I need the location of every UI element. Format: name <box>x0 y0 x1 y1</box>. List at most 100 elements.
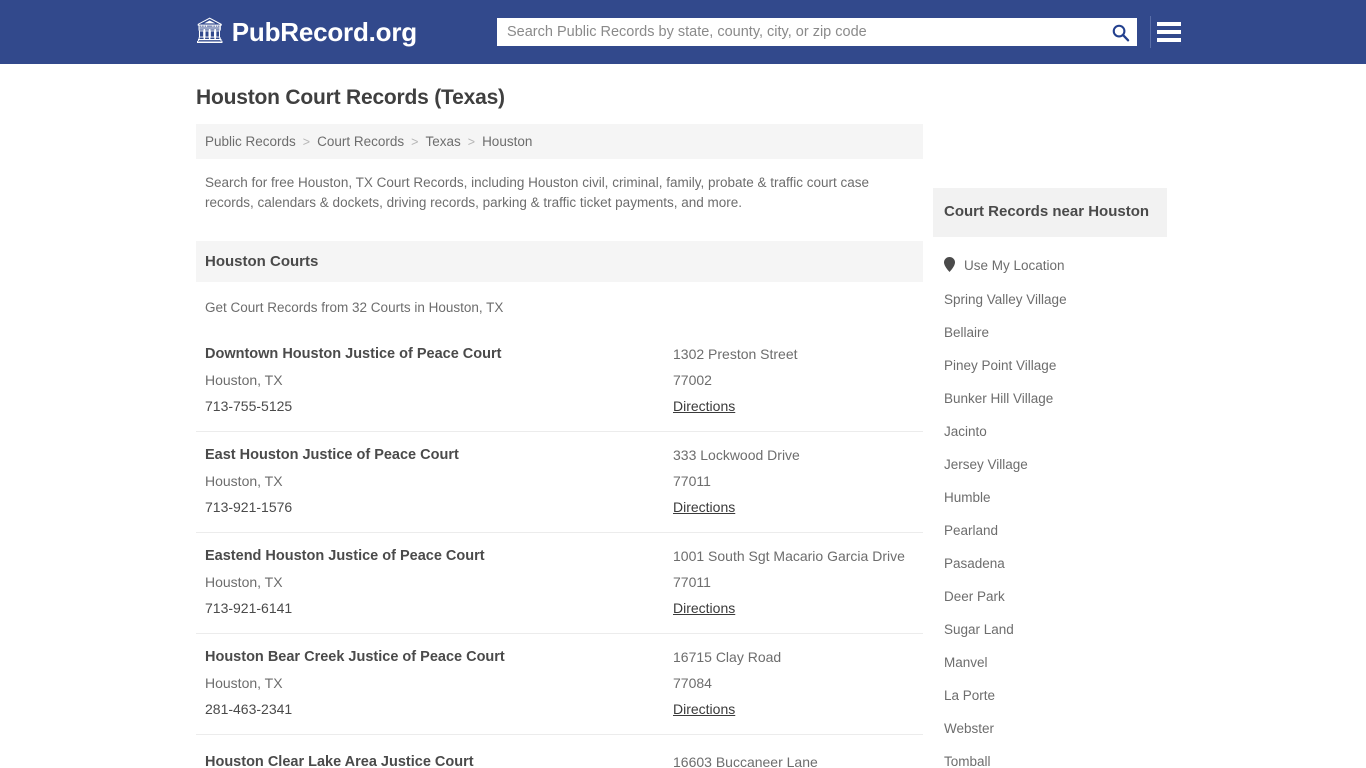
sidebar-item-label: Manvel <box>944 655 988 670</box>
search-icon <box>1112 24 1129 41</box>
court-street: 16715 Clay Road <box>673 649 782 665</box>
bank-building-icon: 🏛 <box>194 16 226 45</box>
sidebar-list-item: Sugar Land <box>933 613 1167 646</box>
breadcrumb-separator: > <box>467 134 476 149</box>
court-phone: 713-921-6141 <box>205 600 293 616</box>
sidebar-item-sugar-land[interactable]: Sugar Land <box>933 613 1167 646</box>
main-content: Houston Court Records (Texas) Public Rec… <box>196 86 923 768</box>
breadcrumb-item[interactable]: Texas <box>425 134 460 149</box>
court-city: Houston, TX <box>205 675 283 691</box>
sidebar-list-item: Bunker Hill Village <box>933 382 1167 415</box>
sidebar-list-item: Piney Point Village <box>933 349 1167 382</box>
sidebar-item-piney-point-village[interactable]: Piney Point Village <box>933 349 1167 382</box>
court-name[interactable]: East Houston Justice of Peace Court <box>205 442 673 468</box>
sidebar-item-label: Bellaire <box>944 325 990 340</box>
sidebar-item-label: Bunker Hill Village <box>944 391 1054 406</box>
search-input[interactable] <box>497 18 1103 46</box>
sidebar-list-item: Deer Park <box>933 580 1167 613</box>
hamburger-menu-icon <box>1157 38 1181 42</box>
breadcrumb-separator: > <box>411 134 419 149</box>
sidebar-item-jersey-village[interactable]: Jersey Village <box>933 448 1167 481</box>
court-zip: 77011 <box>673 473 711 489</box>
breadcrumb-item[interactable]: Public Records <box>205 134 296 149</box>
court-zip: 77011 <box>673 574 711 590</box>
court-address: 16715 Clay Road 77084 Directions <box>673 644 914 722</box>
sidebar-item-label: Tomball <box>944 754 991 768</box>
sidebar-item-label: Deer Park <box>944 589 1005 604</box>
court-city: Houston, TX <box>205 473 283 489</box>
court-street: 333 Lockwood Drive <box>673 447 800 463</box>
sidebar-item-bellaire[interactable]: Bellaire <box>933 316 1167 349</box>
breadcrumb-separator: > <box>302 134 311 149</box>
court-row: East Houston Justice of Peace Court Houst… <box>196 432 923 533</box>
sidebar-item-tomball[interactable]: Tomball <box>933 745 1167 768</box>
breadcrumb-item[interactable]: Houston <box>482 134 532 149</box>
sidebar-item-jacinto[interactable]: Jacinto <box>933 415 1167 448</box>
sidebar-item-spring-valley-village[interactable]: Spring Valley Village <box>933 283 1167 316</box>
court-name[interactable]: Houston Bear Creek Justice of Peace Cour… <box>205 644 673 670</box>
search-button[interactable] <box>1103 18 1137 46</box>
court-row: Houston Bear Creek Justice of Peace Cour… <box>196 634 923 735</box>
sidebar-item-la-porte[interactable]: La Porte <box>933 679 1167 712</box>
court-street: 1001 South Sgt Macario Garcia Drive <box>673 548 905 564</box>
directions-link[interactable]: Directions <box>673 595 735 621</box>
court-street: 16603 Buccaneer Lane <box>673 754 818 768</box>
sidebar-item-label: Jersey Village <box>944 457 1028 472</box>
court-row: Eastend Houston Justice of Peace Court Ho… <box>196 533 923 634</box>
court-city: Houston, TX <box>205 574 283 590</box>
court-street: 1302 Preston Street <box>673 346 798 362</box>
sidebar-item-label: Webster <box>944 721 995 736</box>
brand-name: PubRecord.org <box>231 16 417 47</box>
sidebar-item-humble[interactable]: Humble <box>933 481 1167 514</box>
court-info: Eastend Houston Justice of Peace Court Ho… <box>205 543 673 621</box>
map-pin-icon <box>944 257 955 274</box>
court-info: East Houston Justice of Peace Court Houst… <box>205 442 673 520</box>
section-header-houston-courts: Houston Courts <box>196 241 923 282</box>
sidebar-item-label: La Porte <box>944 688 996 703</box>
directions-link[interactable]: Directions <box>673 696 735 722</box>
sidebar-title: Court Records near Houston <box>933 188 1167 237</box>
sidebar-list-item: Spring Valley Village <box>933 283 1167 316</box>
breadcrumb-item[interactable]: Court Records <box>317 134 404 149</box>
sidebar-list-item: Pearland <box>933 514 1167 547</box>
court-address: 1302 Preston Street 77002 Directions <box>673 341 914 419</box>
court-phone: 281-463-2341 <box>205 701 293 717</box>
hamburger-menu-button[interactable] <box>1150 16 1181 48</box>
sidebar-item-label: Piney Point Village <box>944 358 1057 373</box>
directions-link[interactable]: Directions <box>673 494 735 520</box>
sidebar-item-label: Use My Location <box>964 258 1065 273</box>
hamburger-menu-icon <box>1157 22 1181 26</box>
hamburger-menu-icon <box>1157 30 1181 34</box>
sidebar-item-label: Humble <box>944 490 991 505</box>
sidebar-item-manvel[interactable]: Manvel <box>933 646 1167 679</box>
court-name[interactable]: Eastend Houston Justice of Peace Court <box>205 543 673 569</box>
sidebar-item-webster[interactable]: Webster <box>933 712 1167 745</box>
sidebar-item-use-my-location[interactable]: Use My Location <box>933 248 1167 283</box>
page-intro-text: Search for free Houston, TX Court Record… <box>205 175 870 210</box>
court-name[interactable]: Downtown Houston Justice of Peace Court <box>205 341 673 367</box>
site-logo[interactable]: 🏛 PubRecord.org <box>194 17 417 48</box>
court-phone: 713-921-1576 <box>205 499 293 515</box>
search-bar <box>497 18 1137 46</box>
court-row: Downtown Houston Justice of Peace Court H… <box>196 331 923 432</box>
page-title: Houston Court Records (Texas) <box>196 86 505 109</box>
sidebar-list-item: Webster <box>933 712 1167 745</box>
sidebar-item-label: Spring Valley Village <box>944 292 1067 307</box>
directions-link[interactable]: Directions <box>673 393 735 419</box>
court-name[interactable]: Houston Clear Lake Area Justice Court <box>205 749 673 768</box>
site-header: 🏛 PubRecord.org <box>0 0 1366 64</box>
sidebar-list-item: Tomball <box>933 745 1167 768</box>
sidebar-item-deer-park[interactable]: Deer Park <box>933 580 1167 613</box>
sidebar-item-bunker-hill-village[interactable]: Bunker Hill Village <box>933 382 1167 415</box>
sidebar-list: Use My Location Spring Valley Village Bell… <box>933 237 1167 768</box>
breadcrumb: Public Records > Court Records > Texas > Houst… <box>196 124 923 159</box>
court-zip: 77084 <box>673 675 712 691</box>
sidebar-item-label: Jacinto <box>944 424 987 439</box>
sidebar-item-pasadena[interactable]: Pasadena <box>933 547 1167 580</box>
sidebar-list-item: Pasadena <box>933 547 1167 580</box>
section-subtitle: Get Court Records from 32 Courts in Hous… <box>205 300 504 315</box>
sidebar-item-label: Pearland <box>944 523 999 538</box>
court-phone: 713-755-5125 <box>205 398 293 414</box>
court-info: Houston Clear Lake Area Justice CourtHou… <box>205 749 673 768</box>
sidebar-item-pearland[interactable]: Pearland <box>933 514 1167 547</box>
